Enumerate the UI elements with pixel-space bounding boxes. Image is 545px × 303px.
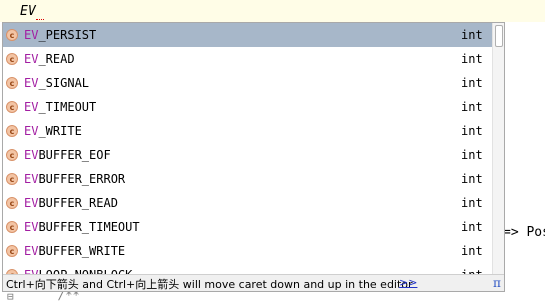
constant-icon: c <box>6 29 18 41</box>
completion-item-rest: _PERSIST <box>38 28 97 42</box>
completion-item-match: EV <box>24 76 39 90</box>
completion-item-rest: BUFFER_EOF <box>38 148 111 162</box>
completion-scrollbar[interactable] <box>492 23 504 274</box>
code-fragment-right: => Pos <box>503 225 545 240</box>
constant-icon: c <box>6 173 18 185</box>
pi-icon[interactable]: π <box>493 276 501 290</box>
completion-item[interactable]: c EV_SIGNAL int <box>3 71 493 95</box>
completion-item[interactable]: c EVBUFFER_EOF int <box>3 143 493 167</box>
hint-text: Ctrl+向下箭头 and Ctrl+向上箭头 will move caret … <box>6 278 413 291</box>
completion-item-name: EVBUFFER_EOF <box>24 148 111 162</box>
current-editor-line[interactable]: EV <box>0 0 545 22</box>
completion-item-name: EVBUFFER_WRITE <box>24 244 125 258</box>
constant-icon: c <box>6 125 18 137</box>
completion-item-name: EV_READ <box>24 52 75 66</box>
completion-item-match: EV <box>24 28 39 42</box>
completion-item-name: EVBUFFER_READ <box>24 196 118 210</box>
completion-item-rest: BUFFER_TIMEOUT <box>38 220 140 234</box>
typed-text: EV <box>20 4 36 19</box>
constant-icon: c <box>6 101 18 113</box>
completion-item[interactable]: c EV_READ int <box>3 47 493 71</box>
completion-item[interactable]: c EV_TIMEOUT int <box>3 95 493 119</box>
completion-item-rest: _WRITE <box>38 124 82 138</box>
completion-item-name: EVBUFFER_TIMEOUT <box>24 220 140 234</box>
completion-item-match: EV <box>24 196 39 210</box>
completion-item-match: EV <box>24 100 39 114</box>
completion-item[interactable]: c EVBUFFER_READ int <box>3 191 493 215</box>
completion-item-name: EV_TIMEOUT <box>24 100 96 114</box>
completion-item-rest: BUFFER_ERROR <box>38 172 126 186</box>
completion-item-match: EV <box>24 124 39 138</box>
constant-icon: c <box>6 77 18 89</box>
completion-item-type: int <box>461 100 483 114</box>
completion-item-rest: BUFFER_WRITE <box>38 244 126 258</box>
completion-item[interactable]: c EVBUFFER_TIMEOUT int <box>3 215 493 239</box>
completion-item-name: EV_WRITE <box>24 124 82 138</box>
completion-item-type: int <box>461 76 483 90</box>
completion-item-name: EV_PERSIST <box>24 28 96 42</box>
completion-item[interactable]: cEVLOOP_NONBLOCKint <box>3 263 493 274</box>
scrollbar-thumb[interactable] <box>495 25 503 47</box>
completion-item-match: EV <box>24 244 39 258</box>
completion-item[interactable]: c EVBUFFER_WRITE int <box>3 239 493 263</box>
more-link[interactable]: >> <box>399 276 417 289</box>
completion-item-type: int <box>461 196 483 210</box>
completion-item-rest: _READ <box>38 52 75 66</box>
completion-hint-bar: Ctrl+向下箭头 and Ctrl+向上箭头 will move caret … <box>3 274 504 291</box>
completion-item-match: EV <box>24 148 39 162</box>
constant-icon: c <box>6 221 18 233</box>
completion-item-match: EV <box>24 220 39 234</box>
completion-item-type: int <box>461 172 483 186</box>
completion-item-type: int <box>461 220 483 234</box>
completion-item-name: EVBUFFER_ERROR <box>24 172 125 186</box>
completion-item-match: EV <box>24 172 39 186</box>
error-underline <box>36 16 44 20</box>
completion-item[interactable]: c EVBUFFER_ERROR int <box>3 167 493 191</box>
completion-item-name: EV_SIGNAL <box>24 76 89 90</box>
constant-icon: c <box>6 53 18 65</box>
completion-item-type: int <box>461 148 483 162</box>
completion-item-match: EV <box>24 52 39 66</box>
constant-icon: c <box>6 149 18 161</box>
completion-item-type: int <box>461 28 483 42</box>
completion-item-rest: BUFFER_READ <box>38 196 118 210</box>
completion-item-type: int <box>461 52 483 66</box>
completion-item[interactable]: c EV_WRITE int <box>3 119 493 143</box>
constant-icon: c <box>6 245 18 257</box>
completion-item-type: int <box>461 244 483 258</box>
completion-item[interactable]: c EV_PERSIST int <box>3 23 493 47</box>
completion-popup[interactable]: c EV_PERSIST int c EV_READ int c EV_SIGNAL int c E… <box>2 22 505 292</box>
completion-item-rest: _SIGNAL <box>38 76 90 90</box>
completion-list[interactable]: c EV_PERSIST int c EV_READ int c EV_SIGNAL int c E… <box>3 23 493 274</box>
completion-item-type: int <box>461 124 483 138</box>
constant-icon: c <box>6 197 18 209</box>
completion-item-rest: _TIMEOUT <box>38 100 97 114</box>
